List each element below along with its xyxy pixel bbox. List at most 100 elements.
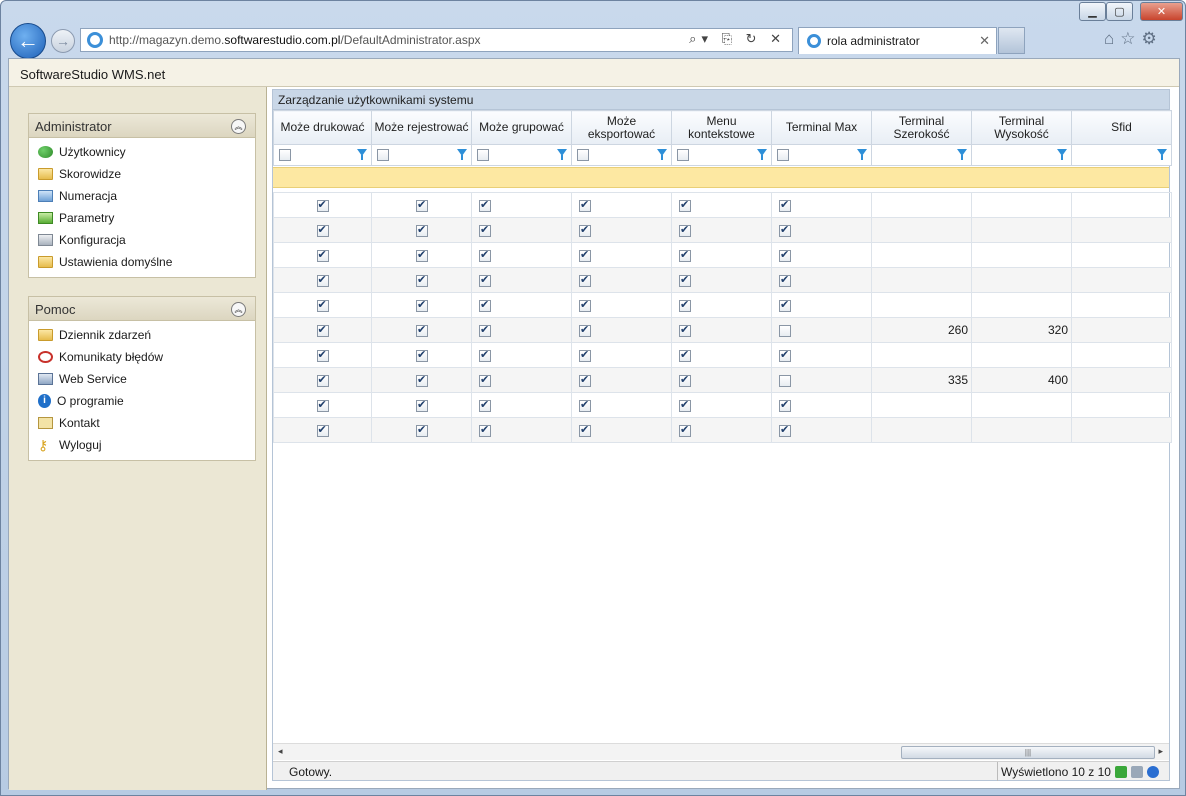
close-button[interactable]: ✕: [1140, 2, 1183, 21]
cell-szerokosc[interactable]: [871, 392, 972, 418]
table-row[interactable]: 335400: [273, 367, 1172, 393]
row-checkbox[interactable]: [679, 198, 691, 212]
cell-checkbox[interactable]: [671, 367, 772, 393]
cell-checkbox[interactable]: [571, 242, 672, 268]
cell-checkbox[interactable]: [671, 217, 772, 243]
address-tools-icon[interactable]: ⌕▾ ⎘ ↻ ✕: [689, 31, 786, 47]
cell-checkbox[interactable]: [571, 217, 672, 243]
row-checkbox[interactable]: [779, 324, 791, 337]
filter-icon[interactable]: [457, 149, 467, 160]
row-checkbox[interactable]: [679, 398, 691, 412]
cell-checkbox[interactable]: [571, 417, 672, 443]
group-panel[interactable]: [273, 167, 1169, 188]
cell-wysokosc[interactable]: [971, 267, 1072, 293]
cell-checkbox[interactable]: [771, 242, 872, 268]
cell-checkbox[interactable]: [471, 392, 572, 418]
cell-sfid[interactable]: [1071, 367, 1172, 393]
cell-szerokosc[interactable]: [871, 217, 972, 243]
row-checkbox[interactable]: [416, 248, 428, 262]
new-tab-button[interactable]: [998, 27, 1025, 54]
cell-checkbox[interactable]: [771, 367, 872, 393]
row-checkbox[interactable]: [316, 223, 329, 237]
row-checkbox[interactable]: [779, 374, 791, 387]
cell-checkbox[interactable]: [671, 192, 772, 218]
cell-checkbox[interactable]: [671, 417, 772, 443]
cell-wysokosc[interactable]: [971, 342, 1072, 368]
tab-close-icon[interactable]: ✕: [979, 33, 990, 49]
filter-checkbox[interactable]: [777, 149, 789, 161]
cell-sfid[interactable]: [1071, 192, 1172, 218]
sidebar-item-admin-2[interactable]: Numeracja: [29, 185, 255, 207]
row-checkbox[interactable]: [416, 348, 428, 362]
export-icon[interactable]: [1130, 765, 1143, 778]
filter-checkbox[interactable]: [377, 149, 389, 161]
row-checkbox[interactable]: [479, 198, 491, 212]
tab-rola-administrator[interactable]: rola administrator ✕: [798, 27, 997, 54]
cell-checkbox[interactable]: [571, 317, 672, 343]
refresh-icon[interactable]: [1114, 765, 1127, 778]
table-row[interactable]: [273, 242, 1172, 268]
row-checkbox[interactable]: [779, 423, 791, 437]
row-checkbox[interactable]: [579, 223, 591, 237]
filter-icon[interactable]: [657, 149, 667, 160]
row-checkbox[interactable]: [416, 323, 428, 337]
cell-checkbox[interactable]: [471, 242, 572, 268]
cell-checkbox[interactable]: [273, 392, 372, 418]
filter-icon[interactable]: [957, 149, 967, 160]
row-checkbox[interactable]: [579, 248, 591, 262]
cell-checkbox[interactable]: [471, 192, 572, 218]
row-checkbox[interactable]: [579, 273, 591, 287]
row-checkbox[interactable]: [579, 398, 591, 412]
collapse-icon[interactable]: ︽: [231, 302, 246, 317]
row-checkbox[interactable]: [579, 323, 591, 337]
cell-checkbox[interactable]: [273, 242, 372, 268]
cell-checkbox[interactable]: [371, 292, 472, 318]
table-row[interactable]: [273, 392, 1172, 418]
cell-szerokosc[interactable]: 335: [871, 367, 972, 393]
filter-icon[interactable]: [1157, 149, 1167, 160]
row-checkbox[interactable]: [479, 298, 491, 312]
cell-checkbox[interactable]: [371, 317, 472, 343]
column-header-6[interactable]: Terminal Szerokość: [871, 110, 972, 145]
cell-checkbox[interactable]: [471, 317, 572, 343]
cell-wysokosc[interactable]: [971, 292, 1072, 318]
row-checkbox[interactable]: [679, 423, 691, 437]
cell-checkbox[interactable]: [371, 367, 472, 393]
cell-sfid[interactable]: [1071, 417, 1172, 443]
cell-checkbox[interactable]: [273, 267, 372, 293]
cell-checkbox[interactable]: [371, 392, 472, 418]
row-checkbox[interactable]: [416, 273, 428, 287]
cell-checkbox[interactable]: [273, 192, 372, 218]
filter-cell-6[interactable]: [871, 144, 972, 166]
cell-sfid[interactable]: [1071, 292, 1172, 318]
row-checkbox[interactable]: [579, 373, 591, 387]
cell-checkbox[interactable]: [671, 292, 772, 318]
cell-checkbox[interactable]: [471, 342, 572, 368]
cell-sfid[interactable]: [1071, 267, 1172, 293]
cell-wysokosc[interactable]: 400: [971, 367, 1072, 393]
cell-checkbox[interactable]: [371, 192, 472, 218]
cell-szerokosc[interactable]: 260: [871, 317, 972, 343]
help-panel-header[interactable]: Pomoc ︽: [29, 297, 255, 321]
filter-checkbox[interactable]: [279, 149, 291, 161]
cell-sfid[interactable]: [1071, 392, 1172, 418]
filter-cell-7[interactable]: [971, 144, 1072, 166]
row-checkbox[interactable]: [316, 198, 329, 212]
column-header-1[interactable]: Może rejestrować: [371, 110, 472, 145]
row-checkbox[interactable]: [479, 223, 491, 237]
row-checkbox[interactable]: [479, 323, 491, 337]
sidebar-item-help-1[interactable]: Komunikaty błędów: [29, 346, 255, 368]
sidebar-item-help-0[interactable]: Dziennik zdarzeń: [29, 324, 255, 346]
table-row[interactable]: [273, 342, 1172, 368]
row-checkbox[interactable]: [479, 248, 491, 262]
cell-checkbox[interactable]: [371, 242, 472, 268]
cell-wysokosc[interactable]: 320: [971, 317, 1072, 343]
cell-checkbox[interactable]: [771, 267, 872, 293]
row-checkbox[interactable]: [679, 248, 691, 262]
back-button[interactable]: ←: [10, 23, 46, 59]
row-checkbox[interactable]: [416, 398, 428, 412]
sidebar-item-help-2[interactable]: Web Service: [29, 368, 255, 390]
filter-cell-4[interactable]: [671, 144, 772, 166]
cell-checkbox[interactable]: [273, 367, 372, 393]
row-checkbox[interactable]: [679, 373, 691, 387]
